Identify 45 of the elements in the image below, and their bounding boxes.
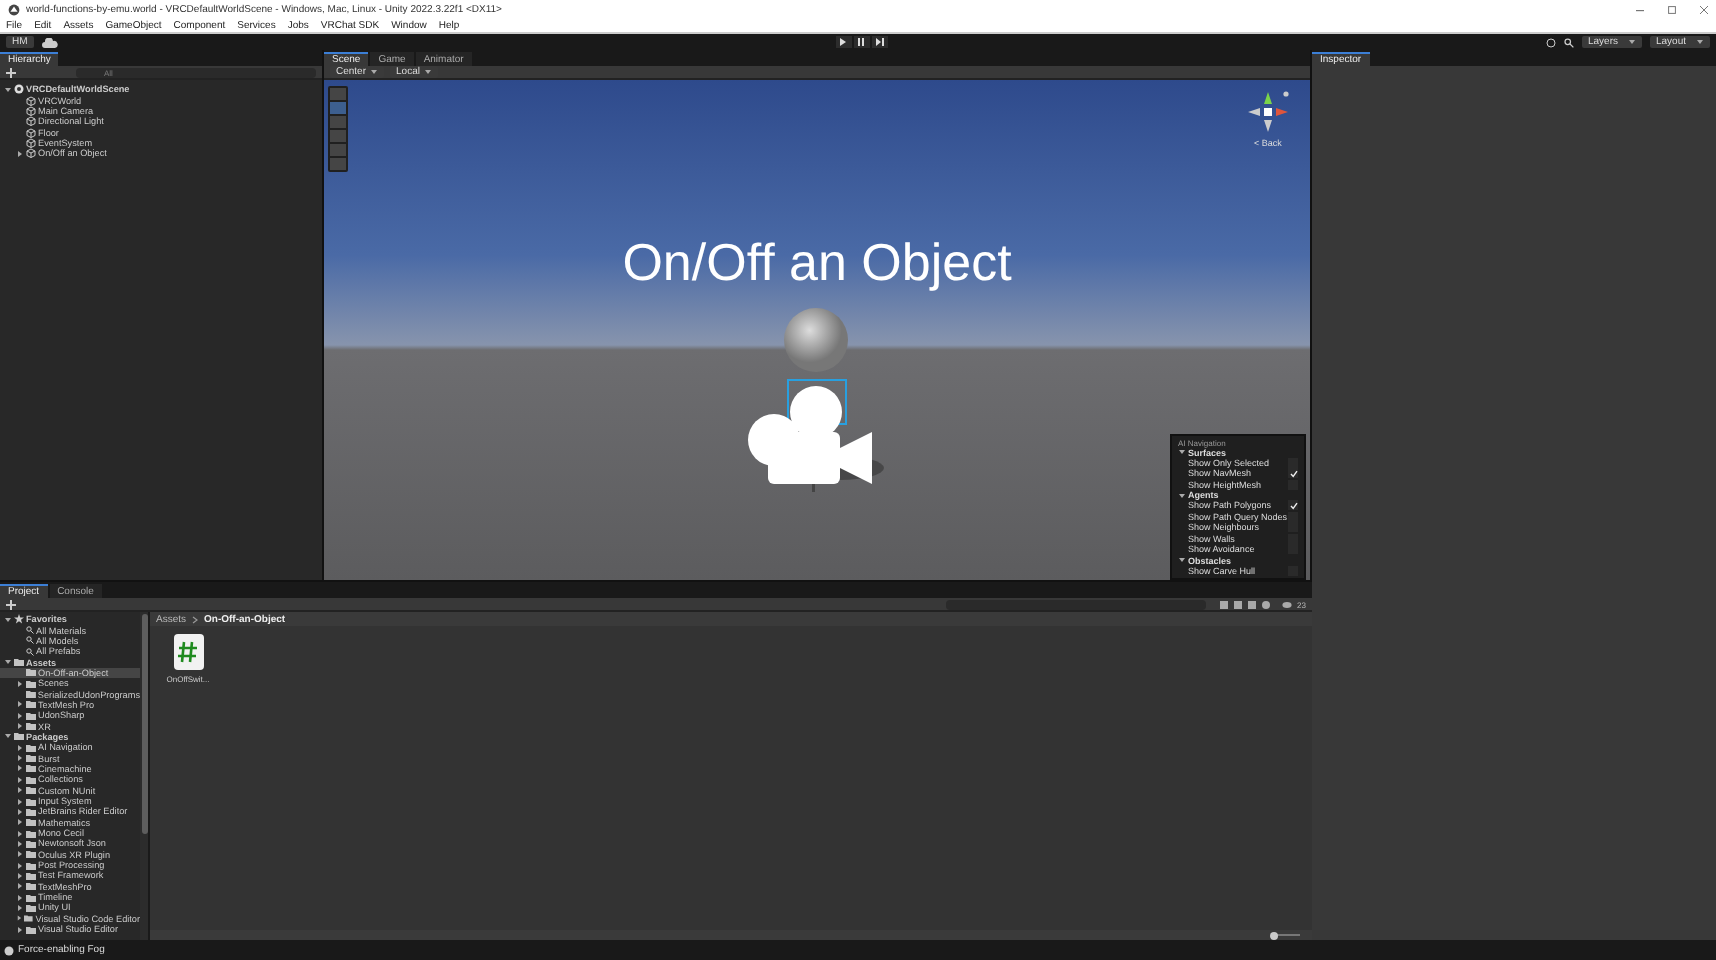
play-icon	[840, 38, 847, 46]
cloud-icon[interactable]	[41, 37, 58, 47]
chevron-icon	[192, 615, 199, 623]
eye-icon[interactable]	[1281, 599, 1292, 609]
scrollbar[interactable]	[140, 612, 148, 940]
expanded-arrow-icon[interactable]	[1696, 38, 1704, 46]
script-file-icon[interactable]	[173, 634, 203, 670]
expanded-arrow-icon[interactable]	[423, 68, 432, 76]
add-icon[interactable]	[6, 599, 16, 609]
add-icon[interactable]	[6, 67, 16, 77]
maximize-icon[interactable]	[1668, 6, 1676, 14]
checkbox[interactable]	[1288, 479, 1298, 490]
checkbox[interactable]	[1288, 457, 1298, 468]
expanded-arrow-icon[interactable]	[1178, 448, 1186, 456]
unity-scene-icon	[14, 84, 24, 95]
checkbox[interactable]	[1288, 468, 1298, 479]
expanded-arrow-icon[interactable]	[4, 732, 12, 741]
expanded-arrow-icon[interactable]	[370, 68, 379, 76]
checkmark-icon	[1289, 501, 1297, 510]
checkbox[interactable]	[1288, 565, 1298, 576]
checkbox[interactable]	[1288, 511, 1298, 522]
search-field[interactable]	[945, 599, 1206, 609]
star-icon	[14, 614, 24, 625]
expanded-arrow-icon[interactable]	[1178, 491, 1186, 499]
search-icon[interactable]	[1564, 37, 1574, 47]
checkmark-icon	[1289, 469, 1297, 478]
step-button[interactable]	[871, 36, 888, 48]
collapsed-arrow-icon[interactable]	[16, 679, 24, 688]
filter-icons-drawing[interactable]	[1219, 599, 1276, 609]
slider-thumb[interactable]	[1270, 931, 1279, 939]
expanded-arrow-icon[interactable]	[4, 85, 12, 94]
step-icon	[875, 38, 884, 46]
play-button[interactable]	[835, 36, 852, 48]
expanded-arrow-icon[interactable]	[1628, 38, 1636, 46]
scene-viewport[interactable]	[324, 80, 1310, 580]
collapsed-arrow-icon[interactable]	[16, 149, 24, 158]
checkbox[interactable]	[1288, 500, 1298, 511]
pause-icon	[858, 38, 865, 46]
pause-button[interactable]	[853, 36, 870, 48]
close-icon[interactable]	[1700, 6, 1708, 14]
expanded-arrow-icon[interactable]	[1178, 556, 1186, 564]
scene-text: On/Off an Object	[622, 232, 1012, 292]
expanded-arrow-icon[interactable]	[4, 658, 12, 667]
expanded-arrow-icon[interactable]	[4, 615, 12, 624]
minimize-icon[interactable]	[1636, 9, 1644, 11]
